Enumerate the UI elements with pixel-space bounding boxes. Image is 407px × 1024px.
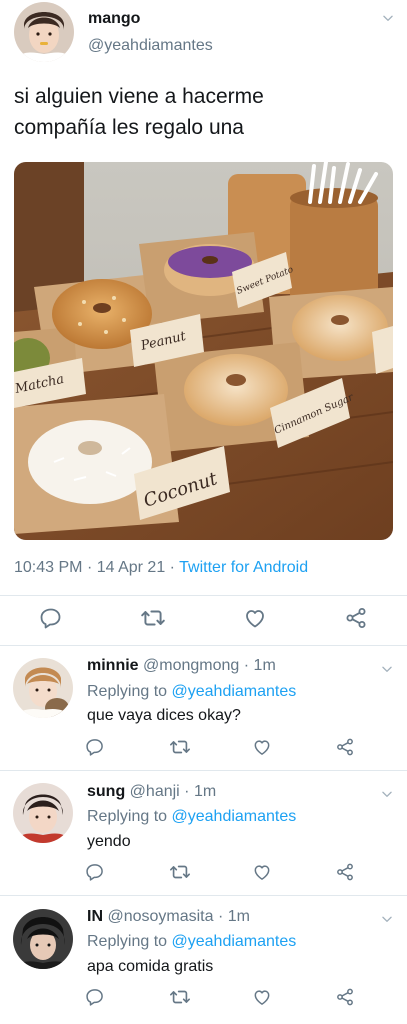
reply-icon[interactable] [85, 987, 105, 1007]
reply-header: IN @nosoymasita · 1m [87, 908, 250, 926]
replying-to: Replying to @yeahdiamantes [87, 808, 296, 826]
reply-text: apa comida gratis [87, 958, 214, 975]
reply-time: 1m [193, 783, 217, 800]
reply-separator: · [243, 657, 250, 674]
tweet-time: 10:43 PM [14, 559, 83, 576]
replying-to: Replying to @yeahdiamantes [87, 933, 296, 951]
tweet-text-line-2: compañía les regalo una [14, 116, 244, 139]
chevron-down-icon[interactable] [380, 787, 394, 801]
replying-mention[interactable]: @yeahdiamantes [172, 933, 297, 950]
reply-separator: · [184, 783, 190, 800]
meta-separator: · [86, 559, 93, 576]
tweet-photo[interactable]: Matcha Peanut Sweet Potato Cinnamon Suga… [14, 162, 393, 540]
divider [0, 770, 407, 771]
reply-author-handle[interactable]: @hanji [130, 783, 180, 800]
reply-author-handle[interactable]: @nosoymasita [107, 908, 213, 925]
reply-icon[interactable] [85, 862, 105, 882]
share-icon[interactable] [344, 606, 368, 630]
retweet-icon[interactable] [169, 861, 191, 883]
divider [0, 895, 407, 896]
replying-mention[interactable]: @yeahdiamantes [172, 683, 297, 700]
like-icon[interactable] [252, 987, 272, 1007]
replying-prefix: Replying to [87, 808, 168, 825]
author-handle[interactable]: @yeahdiamantes [88, 37, 213, 55]
share-icon[interactable] [335, 737, 355, 757]
tweet-source[interactable]: Twitter for Android [179, 559, 308, 576]
like-icon[interactable] [243, 606, 267, 630]
reply-author-name[interactable]: IN [87, 908, 103, 925]
reply-text: yendo [87, 833, 131, 850]
divider [0, 595, 407, 596]
replying-to: Replying to @yeahdiamantes [87, 683, 296, 701]
chevron-down-icon[interactable] [380, 912, 394, 926]
reply-author-name[interactable]: sung [87, 783, 125, 800]
reply-avatar[interactable] [13, 909, 73, 969]
author-avatar[interactable] [14, 2, 74, 62]
retweet-icon[interactable] [169, 736, 191, 758]
retweet-icon[interactable] [169, 986, 191, 1008]
divider [0, 645, 407, 646]
reply-icon[interactable] [39, 606, 63, 630]
share-icon[interactable] [335, 862, 355, 882]
reply-author-name[interactable]: minnie [87, 657, 139, 674]
tweet-meta: 10:43 PM · 14 Apr 21 · Twitter for Andro… [14, 559, 308, 577]
reply-time: 1m [253, 657, 276, 674]
reply-icon[interactable] [85, 737, 105, 757]
like-icon[interactable] [252, 862, 272, 882]
tweet-date: 14 Apr 21 [96, 559, 166, 576]
like-icon[interactable] [252, 737, 272, 757]
tweet-text-line-1: si alguien viene a hacerme [14, 85, 264, 108]
chevron-down-icon[interactable] [380, 662, 394, 676]
replying-mention[interactable]: @yeahdiamantes [172, 808, 297, 825]
reply-header: minnie @mongmong · 1m [87, 657, 276, 675]
retweet-icon[interactable] [140, 605, 166, 631]
reply-avatar[interactable] [13, 783, 73, 843]
reply-separator: · [217, 908, 224, 925]
replying-prefix: Replying to [87, 683, 168, 700]
author-name[interactable]: mango [88, 10, 140, 28]
reply-text: que vaya dices okay? [87, 707, 241, 724]
share-icon[interactable] [335, 987, 355, 1007]
chevron-down-icon[interactable] [381, 11, 395, 25]
reply-header: sung @hanji · 1m [87, 783, 216, 801]
meta-separator: · [169, 559, 175, 576]
reply-author-handle[interactable]: @mongmong [143, 657, 239, 674]
reply-avatar[interactable] [13, 658, 73, 718]
replying-prefix: Replying to [87, 933, 168, 950]
reply-time: 1m [227, 908, 250, 925]
